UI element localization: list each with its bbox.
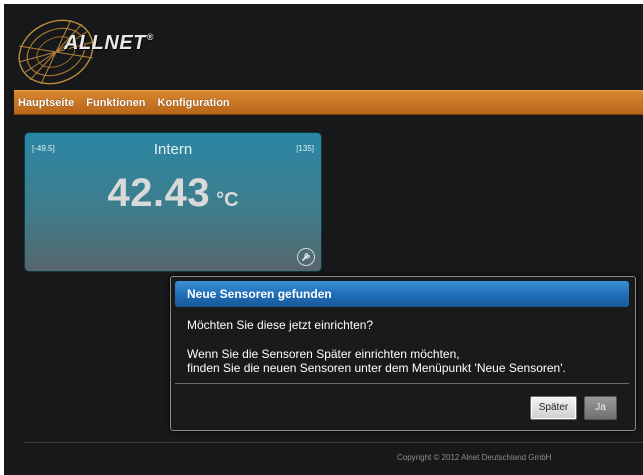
new-sensors-dialog: Neue Sensoren gefunden Möchten Sie diese… — [170, 276, 636, 431]
dialog-title: Neue Sensoren gefunden — [187, 287, 332, 301]
nav-item-funktionen[interactable]: Funktionen — [86, 97, 145, 109]
brand-name: ALLNET® — [64, 32, 155, 54]
wrench-icon-glyph — [302, 252, 311, 261]
nav-item-hauptseite[interactable]: Hauptseite — [18, 97, 74, 109]
dialog-divider — [175, 383, 629, 384]
dialog-titlebar[interactable]: Neue Sensoren gefunden — [175, 281, 629, 307]
dialog-question: Möchten Sie diese jetzt einrichten? — [187, 318, 374, 332]
copyright-text: Copyright © 2012 Alnet Deutschland GmbH — [397, 453, 552, 462]
yes-button[interactable]: Ja — [584, 396, 617, 420]
dialog-info-line: Wenn Sie die Sensoren Später einrichten … — [187, 347, 460, 361]
sensor-value: 42.43 — [107, 171, 211, 215]
sensor-card[interactable]: [-49.5] Intern [135] 42.43 °C — [25, 133, 321, 271]
main-nav: Hauptseite Funktionen Konfiguration — [14, 90, 643, 115]
nav-item-konfiguration[interactable]: Konfiguration — [158, 97, 230, 109]
sensor-reading: 42.43 °C — [25, 171, 321, 216]
app-window: ALLNET® Hauptseite Funktionen Konfigurat… — [4, 4, 643, 475]
wrench-icon[interactable] — [297, 248, 315, 266]
dialog-info-line: finden Sie die neuen Sensoren unter dem … — [187, 361, 566, 375]
later-button[interactable]: Später — [530, 396, 577, 420]
sensor-name: Intern — [153, 141, 193, 158]
footer-divider — [24, 442, 643, 443]
sensor-max-value: [135] — [296, 144, 314, 153]
sensor-unit: °C — [216, 189, 239, 211]
